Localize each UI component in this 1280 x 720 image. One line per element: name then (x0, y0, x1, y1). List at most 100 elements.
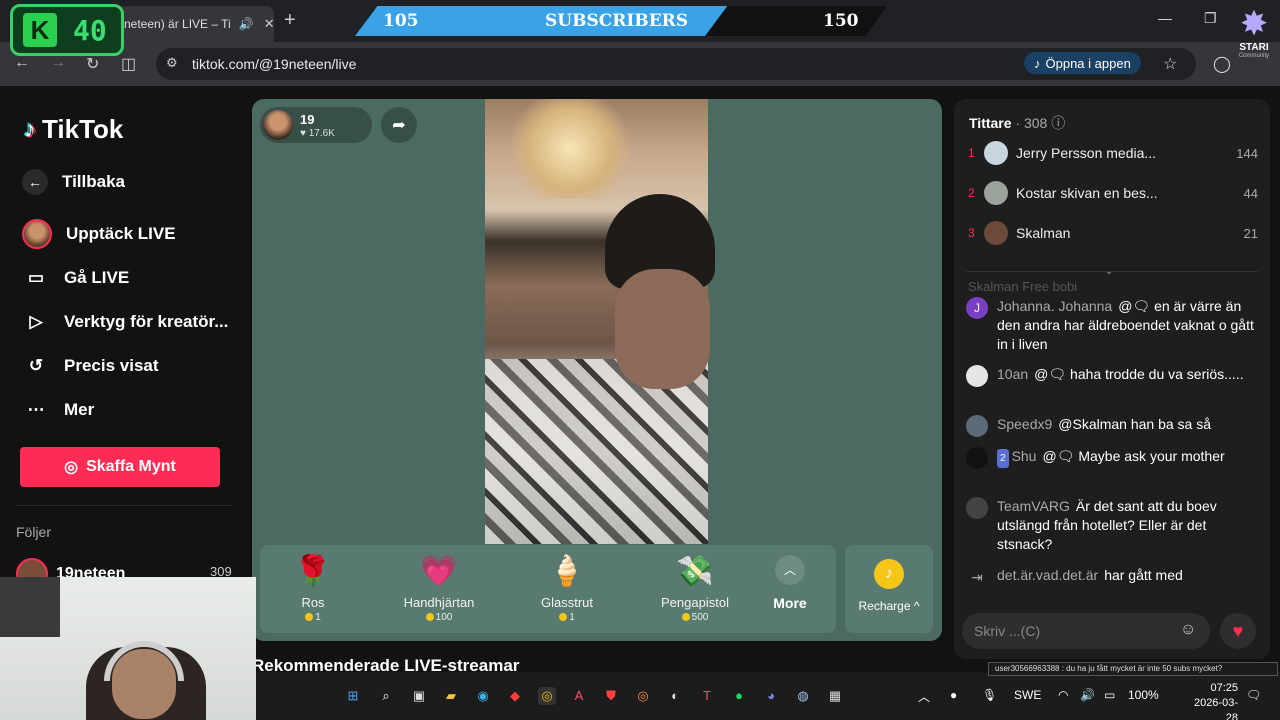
history-icon: ↺ (28, 356, 44, 375)
coin-icon (559, 613, 568, 622)
sidebar-item-more[interactable]: ⋯ Mer (22, 400, 95, 420)
avatar (984, 141, 1008, 165)
chrome-icon[interactable]: ◎ (538, 687, 556, 705)
emoji-icon[interactable]: ☺ (1180, 621, 1196, 639)
faded-chat-line: Skalman Free bobi (968, 279, 1078, 294)
tiktok-studio-icon[interactable]: T (698, 687, 716, 705)
avatar (966, 497, 988, 519)
discord-icon[interactable]: ◕ (762, 687, 780, 705)
get-coins-button[interactable]: ◎ Skaffa Mynt (20, 447, 220, 487)
file-explorer-icon[interactable]: ▰ (442, 687, 460, 705)
language-indicator[interactable]: SWE (1014, 688, 1041, 702)
notification-icon[interactable]: 🗨 (1246, 688, 1261, 702)
profile-icon[interactable]: ◯ (1213, 54, 1231, 74)
more-gifts-button[interactable]: ︿ More (765, 555, 815, 611)
coin-icon (305, 613, 314, 622)
site-info-icon[interactable]: ⚙ (166, 55, 178, 71)
chevron-up-icon: ︿ (775, 555, 805, 585)
clock[interactable]: 07:25 2026-03-28 (1190, 681, 1238, 720)
wifi-icon[interactable]: ◠ (1058, 688, 1068, 702)
speaker-icon[interactable]: 🔊 (239, 17, 254, 31)
close-tab-icon[interactable]: ✕ (264, 16, 274, 32)
sidebar-item-go-live[interactable]: ▭ Gå LIVE (22, 268, 129, 288)
browser-tab[interactable]: neteen) är LIVE – Ti 🔊 ✕ (112, 6, 274, 42)
task-view-icon[interactable]: ▣ (410, 687, 428, 705)
heart-hands-icon: 💗 (420, 555, 458, 588)
live-player[interactable]: 19 ♥ 17.6K ➦ 🌹 Ros 1 💗 Handhjärtan 100 🍦… (252, 99, 942, 641)
top-viewer-row[interactable]: 3 Skalman 21 (968, 220, 1258, 246)
sidebar-item-recently-viewed[interactable]: ↺ Precis visat (22, 356, 159, 376)
back-arrow-icon[interactable]: ← (14, 54, 30, 72)
gift-bar: 🌹 Ros 1 💗 Handhjärtan 100 🍦 Glasstrut 1 … (260, 545, 836, 633)
subs-current: 105 (383, 11, 419, 31)
new-tab-button[interactable]: + (284, 9, 296, 32)
battery-icon[interactable]: ▭ (1104, 688, 1115, 702)
restore-button[interactable]: ❐ (1204, 10, 1217, 27)
search-icon[interactable]: ⌕ (377, 687, 395, 705)
chat-input[interactable]: Skriv ...(C) ☺ (962, 613, 1210, 649)
battery-percent: 100% (1128, 688, 1159, 702)
tab-title: neteen) är LIVE – Ti (124, 17, 231, 31)
gift-ros[interactable]: 🌹 Ros 1 (252, 545, 378, 633)
viewers-header[interactable]: Tittare · 308 ⓘ (969, 113, 1065, 133)
subs-goal: 150 (823, 11, 859, 31)
avatar: J (966, 297, 988, 319)
chat-panel: Tittare · 308 ⓘ 1 Jerry Persson media...… (954, 99, 1270, 659)
tiktok-logo[interactable]: ♪ TikTok (24, 114, 123, 145)
rose-icon: 🌹 (294, 555, 332, 588)
top-viewer-row[interactable]: 2 Kostar skivan en bes... 44 (968, 180, 1258, 206)
viewers-divider (966, 271, 1258, 272)
gift-handhjartan[interactable]: 💗 Handhjärtan 100 (374, 545, 504, 633)
chat-message: 10an @🗨 haha trodde du va seriös..... (966, 365, 1256, 387)
recharge-button[interactable]: ♪ Recharge ^ (845, 545, 933, 633)
calculator-icon[interactable]: ▦ (826, 687, 844, 705)
url-text: tiktok.com/@19neteen/live (192, 56, 357, 72)
bookmark-star-icon[interactable]: ☆ (1163, 54, 1177, 74)
split-view-icon[interactable]: ◫ (121, 54, 136, 74)
avatar (984, 181, 1008, 205)
share-icon[interactable]: ➦ (381, 107, 417, 143)
gift-glasstrut[interactable]: 🍦 Glasstrut 1 (502, 545, 632, 633)
chat-tooltip: user30566963388 : du ha ju fått mycket ä… (988, 662, 1278, 676)
kick-counter-overlay: K 40 (10, 4, 124, 56)
subs-label: SUBSCRIBERS (545, 11, 689, 31)
like-heart-button[interactable]: ♥ (1220, 613, 1256, 649)
host-info[interactable]: 19 ♥ 17.6K (260, 107, 372, 143)
tiktok-coin-icon: ♪ (874, 559, 904, 589)
top-viewer-row[interactable]: 1 Jerry Persson media... 144 (968, 140, 1258, 166)
star-logo-icon: ✸ (1239, 5, 1269, 43)
tray-app-icon[interactable]: ● (950, 688, 957, 702)
shield-icon[interactable]: ⛊ (602, 687, 620, 705)
camera-icon: ▭ (27, 268, 45, 287)
gift-pengapistol[interactable]: 💸 Pengapistol 500 (630, 545, 760, 633)
kick-logo-icon: K (23, 13, 57, 47)
sidebar-item-creator-tools[interactable]: ▷ Verktyg för kreatör... (22, 312, 228, 332)
microphone-icon[interactable]: 🎙 (982, 688, 997, 702)
chat-message: 2 Shu @🗨 Maybe ask your mother (966, 447, 1256, 469)
app-icon[interactable]: ◆ (506, 687, 524, 705)
forward-arrow-icon[interactable]: → (50, 54, 66, 72)
spotify-icon[interactable]: ● (730, 687, 748, 705)
windows-start-icon[interactable]: ⊞ (344, 687, 362, 705)
chevron-up-icon: ^ (913, 599, 920, 613)
sidebar-back[interactable]: ← Tillbaka (22, 169, 125, 195)
volume-icon[interactable]: 🔊 (1080, 688, 1095, 702)
steam-icon[interactable]: ◍ (794, 687, 812, 705)
help-icon[interactable]: ⓘ (1051, 115, 1065, 131)
browser-icon[interactable]: ◎ (634, 687, 652, 705)
chevron-up-icon[interactable]: ︿ (918, 688, 930, 705)
avatar (966, 415, 988, 437)
minimize-button[interactable]: — (1158, 10, 1172, 26)
obs-icon[interactable]: ◐ (666, 687, 684, 705)
live-video[interactable] (485, 99, 715, 544)
edge-icon[interactable]: ◉ (474, 687, 492, 705)
adobe-icon[interactable]: A (570, 687, 588, 705)
stari-community-logo: ✸ STARI Community (1232, 6, 1276, 66)
avatar (966, 365, 988, 387)
open-in-app-button[interactable]: ♪ Öppna i appen (1024, 52, 1141, 74)
reload-icon[interactable]: ↻ (86, 54, 99, 74)
following-header: Följer (16, 524, 52, 540)
chevron-down-icon[interactable]: ⌄ (1104, 263, 1114, 277)
sidebar-item-discover-live[interactable]: Upptäck LIVE (22, 219, 176, 249)
chat-input-placeholder: Skriv ...(C) (974, 623, 1041, 639)
